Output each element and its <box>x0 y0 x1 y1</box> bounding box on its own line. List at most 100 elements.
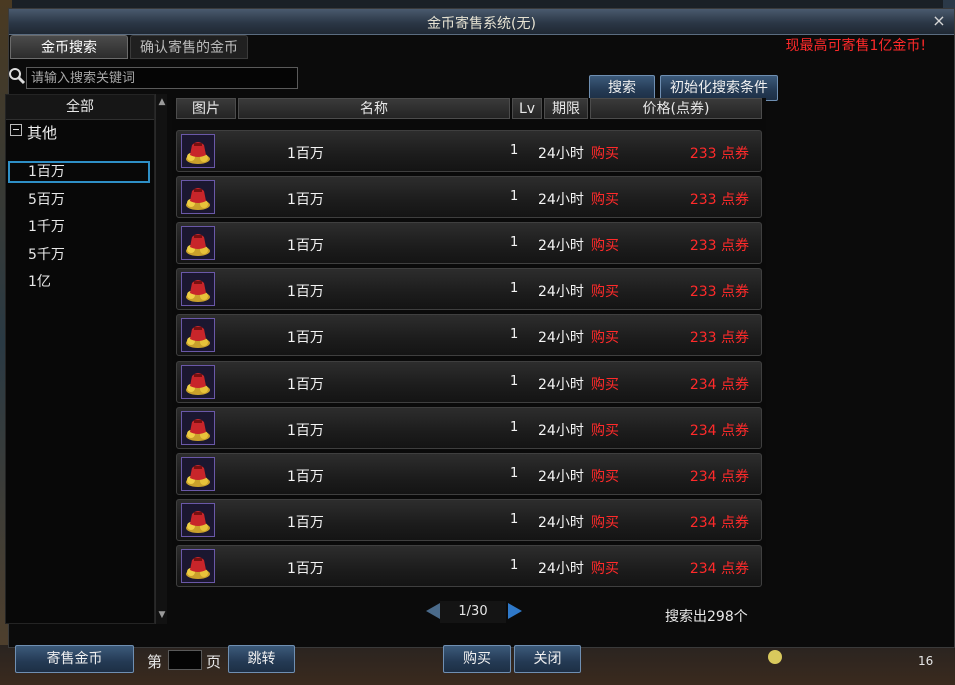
row-buy-link[interactable]: 购买 <box>591 512 619 532</box>
table-row[interactable]: 1百万 1 24小时 购买 234 点券 <box>176 361 762 403</box>
table-row[interactable]: 1百万 1 24小时 购买 233 点券 <box>176 176 762 218</box>
item-name: 1百万 <box>287 238 324 254</box>
item-period: 24小时 <box>538 238 584 254</box>
row-buy-link[interactable]: 购买 <box>591 374 619 394</box>
item-period: 24小时 <box>538 469 584 485</box>
next-page-icon[interactable] <box>508 603 522 619</box>
tab-gold-search[interactable]: 金币搜索 <box>10 35 128 59</box>
item-name: 1百万 <box>287 515 324 531</box>
category-tree: 全部 其他 1百万 5百万 1千万 5千万 1亿 <box>5 94 155 624</box>
item-period: 24小时 <box>538 284 584 300</box>
item-period: 24小时 <box>538 330 584 346</box>
consign-gold-button[interactable]: 寄售金币 <box>15 645 134 673</box>
prev-page-icon[interactable] <box>426 603 440 619</box>
row-buy-link[interactable]: 购买 <box>591 558 619 578</box>
item-name: 1百万 <box>287 330 324 346</box>
tree-item-10-million[interactable]: 1千万 <box>8 216 150 238</box>
close-icon[interactable]: × <box>930 11 948 31</box>
row-buy-link[interactable]: 购买 <box>591 143 619 163</box>
table-row[interactable]: 1百万 1 24小时 购买 233 点券 <box>176 314 762 356</box>
item-level: 1 <box>510 143 519 158</box>
item-price: 234 点券 <box>689 469 749 485</box>
item-level: 1 <box>510 374 519 389</box>
item-price: 234 点券 <box>689 377 749 393</box>
tree-group-label: 其他 <box>27 124 58 142</box>
listing-table: 图片 名称 Lv 期限 价格(点券) 1百万 1 24小时 购买 233 点券 1百万 1 2… <box>172 98 766 587</box>
item-level: 1 <box>510 466 519 481</box>
column-header-period: 期限 <box>544 98 588 119</box>
row-buy-link[interactable]: 购买 <box>591 420 619 440</box>
table-row[interactable]: 1百万 1 24小时 购买 233 点券 <box>176 222 762 264</box>
item-price: 233 点券 <box>689 146 749 162</box>
item-period: 24小时 <box>538 146 584 162</box>
gold-bag-icon <box>181 411 215 445</box>
table-row[interactable]: 1百万 1 24小时 购买 234 点券 <box>176 453 762 495</box>
search-icon <box>9 68 26 85</box>
window-title: 金币寄售系统(无) <box>427 16 536 32</box>
item-level: 1 <box>510 235 519 250</box>
max-consignment-notice: 现最高可寄售1亿金币! <box>785 38 926 54</box>
search-result-count: 搜索出298个 <box>665 609 748 625</box>
item-name: 1百万 <box>287 192 324 208</box>
tree-group-other[interactable]: 其他 <box>10 122 57 144</box>
item-period: 24小时 <box>538 192 584 208</box>
tree-item-100-million[interactable]: 1亿 <box>8 271 150 293</box>
tab-confirm-consigned-gold[interactable]: 确认寄售的金币 <box>130 35 248 59</box>
item-period: 24小时 <box>538 423 584 439</box>
item-level: 1 <box>510 558 519 573</box>
row-buy-link[interactable]: 购买 <box>591 235 619 255</box>
row-buy-link[interactable]: 购买 <box>591 281 619 301</box>
item-price: 234 点券 <box>689 561 749 577</box>
table-row[interactable]: 1百万 1 24小时 购买 234 点券 <box>176 407 762 449</box>
item-price: 233 点券 <box>689 192 749 208</box>
page-prefix-label: 第 <box>147 653 163 671</box>
title-bar[interactable]: 金币寄售系统(无) × <box>9 9 954 35</box>
item-price: 233 点券 <box>689 238 749 254</box>
gold-bag-icon <box>181 180 215 214</box>
item-name: 1百万 <box>287 423 324 439</box>
item-price: 234 点券 <box>689 515 749 531</box>
jump-button[interactable]: 跳转 <box>228 645 295 673</box>
item-name: 1百万 <box>287 284 324 300</box>
item-price: 233 点券 <box>689 330 749 346</box>
column-header-price: 价格(点券) <box>590 98 762 119</box>
gold-bag-icon <box>181 226 215 260</box>
item-name: 1百万 <box>287 377 324 393</box>
collapse-icon[interactable] <box>10 124 22 136</box>
scroll-down-icon[interactable]: ▼ <box>157 610 167 620</box>
item-period: 24小时 <box>538 561 584 577</box>
table-row[interactable]: 1百万 1 24小时 购买 234 点券 <box>176 545 762 587</box>
item-level: 1 <box>510 281 519 296</box>
item-level: 1 <box>510 327 519 342</box>
tree-item-1-million[interactable]: 1百万 <box>8 161 150 183</box>
currency-icon <box>768 650 782 664</box>
gold-bag-icon <box>181 318 215 352</box>
row-buy-link[interactable]: 购买 <box>591 327 619 347</box>
buy-button[interactable]: 购买 <box>443 645 511 673</box>
page-suffix-label: 页 <box>206 653 222 671</box>
gold-bag-icon <box>181 457 215 491</box>
table-row[interactable]: 1百万 1 24小时 购买 233 点券 <box>176 268 762 310</box>
gold-bag-icon <box>181 365 215 399</box>
close-button[interactable]: 关闭 <box>514 645 581 673</box>
scroll-up-icon[interactable]: ▲ <box>157 97 167 107</box>
gold-bag-icon <box>181 272 215 306</box>
table-row[interactable]: 1百万 1 24小时 购买 234 点券 <box>176 499 762 541</box>
row-buy-link[interactable]: 购买 <box>591 466 619 486</box>
item-level: 1 <box>510 512 519 527</box>
column-header-image: 图片 <box>176 98 236 119</box>
tree-header-all[interactable]: 全部 <box>6 95 154 120</box>
item-level: 1 <box>510 420 519 435</box>
item-period: 24小时 <box>538 515 584 531</box>
tree-item-5-million[interactable]: 5百万 <box>8 189 150 211</box>
item-period: 24小时 <box>538 377 584 393</box>
search-input[interactable] <box>26 67 298 89</box>
table-row[interactable]: 1百万 1 24小时 购买 233 点券 <box>176 130 762 172</box>
row-buy-link[interactable]: 购买 <box>591 189 619 209</box>
tree-item-50-million[interactable]: 5千万 <box>8 244 150 266</box>
tree-scrollbar[interactable]: ▲ ▼ <box>155 94 167 624</box>
column-header-name: 名称 <box>238 98 510 119</box>
gold-bag-icon <box>181 134 215 168</box>
item-price: 233 点券 <box>689 284 749 300</box>
page-number-input[interactable] <box>168 650 202 670</box>
